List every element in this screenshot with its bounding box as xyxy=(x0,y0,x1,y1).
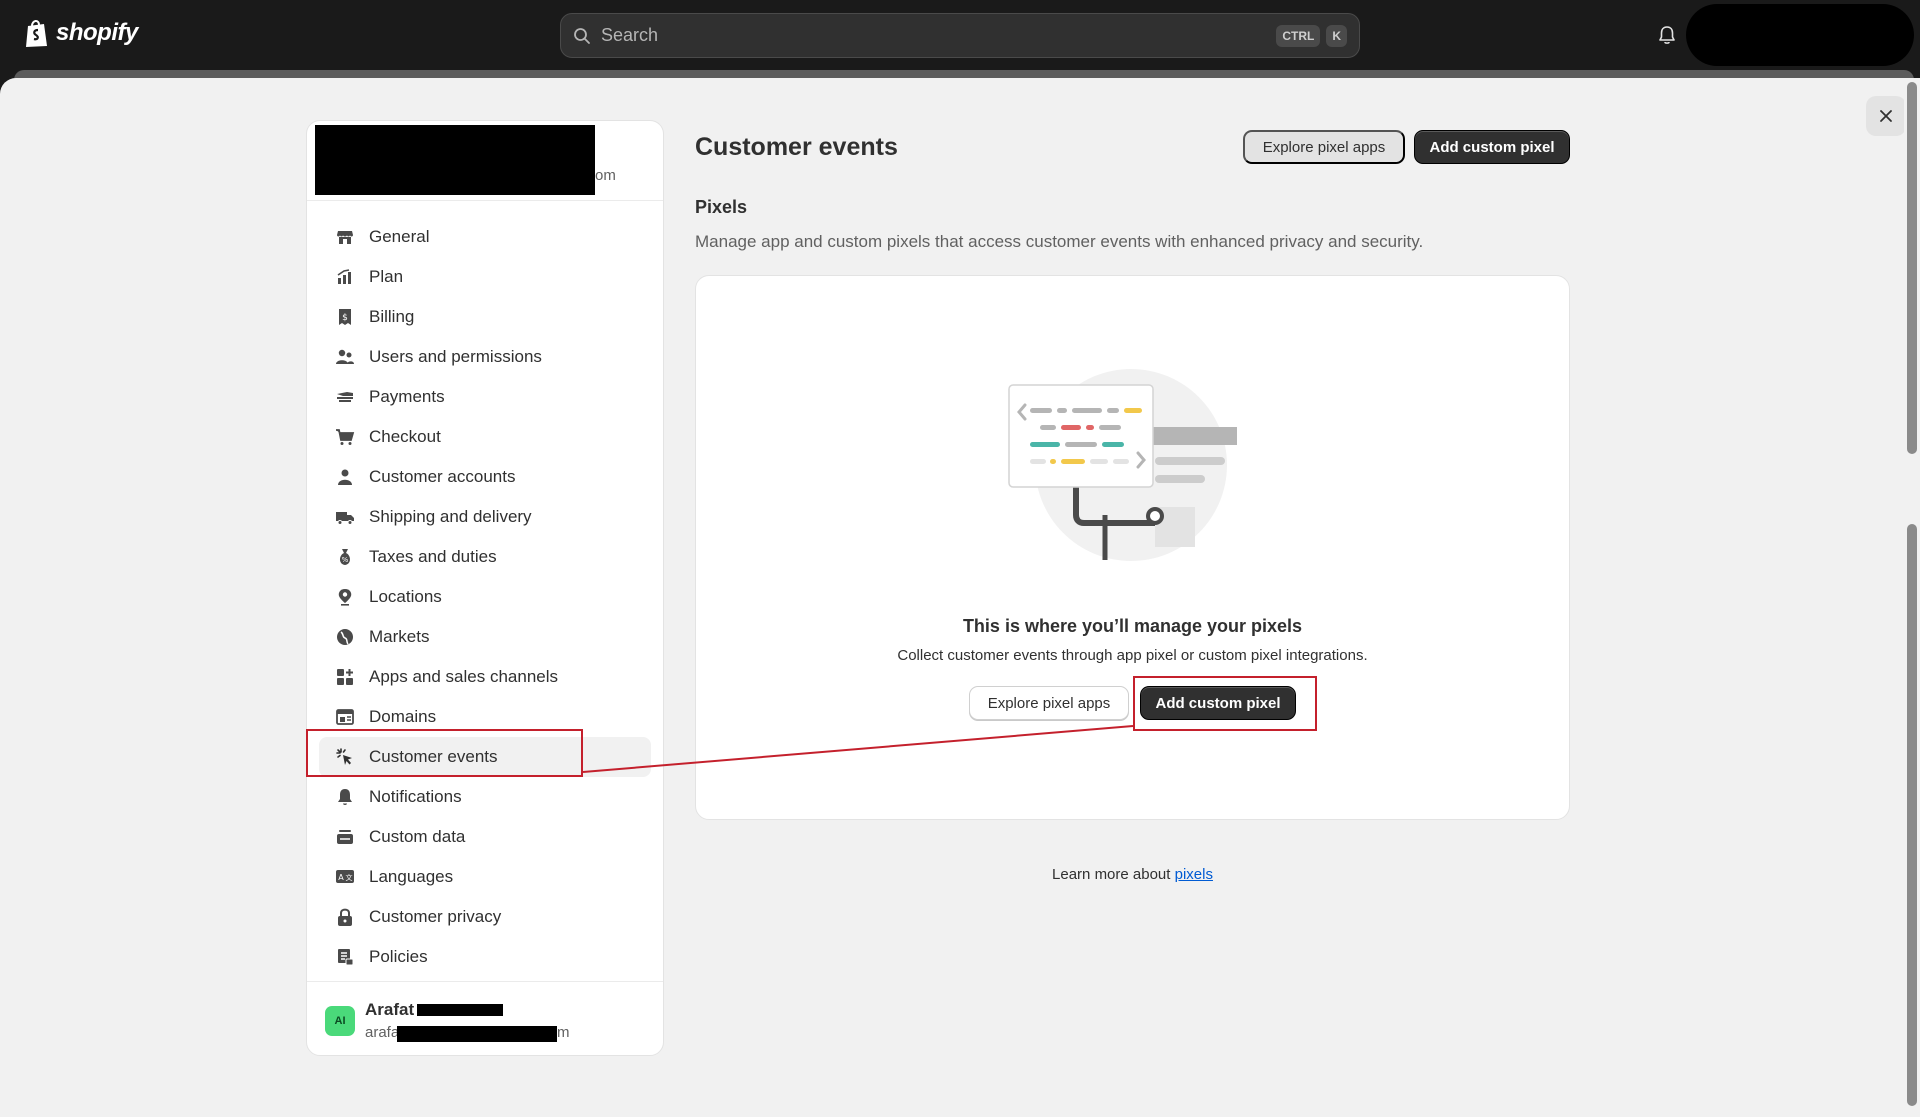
plan-icon xyxy=(337,269,351,284)
domain-icon xyxy=(336,709,354,725)
user-name: Arafat xyxy=(365,1000,415,1019)
close-settings-button[interactable] xyxy=(1866,96,1906,136)
custom-data-icon xyxy=(337,830,353,844)
annotation-highlight-add-custom-pixel xyxy=(1133,676,1317,731)
users-icon xyxy=(336,349,354,364)
sidebar-item-label: Shipping and delivery xyxy=(369,507,532,526)
store-icon xyxy=(337,231,353,244)
empty-explore-pixel-apps-button[interactable]: Explore pixel apps xyxy=(969,686,1129,720)
sidebar-item-custom-data[interactable]: Custom data xyxy=(319,817,651,857)
sidebar-item-label: Taxes and duties xyxy=(369,547,497,566)
close-icon xyxy=(1880,110,1892,122)
sidebar-item-label: Plan xyxy=(369,267,404,286)
shopify-logo[interactable]: shopify xyxy=(24,18,138,48)
sidebar-item-label: Customer privacy xyxy=(369,907,502,926)
truck-icon xyxy=(336,512,354,525)
notifications-bell-icon[interactable] xyxy=(1656,24,1678,46)
svg-text:$: $ xyxy=(342,313,348,323)
account-menu-button[interactable] xyxy=(1686,4,1914,66)
user-profile-row[interactable]: AI Arafat arafa m xyxy=(307,981,663,1055)
policy-icon xyxy=(338,949,354,966)
language-icon: A文 xyxy=(336,870,354,883)
explore-pixel-apps-button[interactable]: Explore pixel apps xyxy=(1243,130,1405,164)
sidebar-item-payments[interactable]: Payments xyxy=(319,377,651,417)
search-icon xyxy=(574,27,590,44)
sidebar-item-label: Policies xyxy=(369,947,428,966)
shortcut-k-key: K xyxy=(1326,24,1347,47)
sidebar-item-apps[interactable]: Apps and sales channels xyxy=(319,657,651,697)
svg-text:%: % xyxy=(342,556,349,564)
user-email-suffix: m xyxy=(557,1024,570,1041)
learn-more-prefix: Learn more about xyxy=(1052,866,1175,883)
user-name-redacted xyxy=(417,1004,503,1016)
scrollbar-thumb-secondary[interactable] xyxy=(1907,524,1917,1106)
sidebar-item-label: General xyxy=(369,227,430,246)
logo-text: shopify xyxy=(56,19,138,46)
store-domain-suffix: om xyxy=(595,167,616,184)
lock-icon xyxy=(338,908,352,926)
sidebar-item-label: Checkout xyxy=(369,427,441,446)
page-title: Customer events xyxy=(695,133,898,161)
avatar: AI xyxy=(325,1006,355,1036)
sidebar-item-users[interactable]: Users and permissions xyxy=(319,337,651,377)
pixels-help-link[interactable]: pixels xyxy=(1175,866,1213,883)
location-icon xyxy=(338,589,352,606)
empty-state-description: Collect customer events through app pixe… xyxy=(897,647,1368,664)
sidebar-item-customer-privacy[interactable]: Customer privacy xyxy=(319,897,651,937)
sidebar-item-label: Notifications xyxy=(369,787,462,806)
learn-more-text: Learn more about pixels xyxy=(695,866,1570,883)
sidebar-item-locations[interactable]: Locations xyxy=(319,577,651,617)
sidebar-item-languages[interactable]: A文 Languages xyxy=(319,857,651,897)
sidebar-item-label: Customer accounts xyxy=(369,467,516,486)
globe-icon xyxy=(337,629,353,645)
pixels-section-title: Pixels xyxy=(695,197,748,217)
tax-icon: % xyxy=(340,549,350,565)
annotation-highlight-customer-events xyxy=(306,729,583,777)
cart-icon xyxy=(336,429,355,445)
person-icon xyxy=(338,469,352,485)
shortcut-ctrl-key: CTRL xyxy=(1276,24,1321,47)
pixels-illustration xyxy=(1008,369,1237,561)
sidebar-item-checkout[interactable]: Checkout xyxy=(319,417,651,457)
store-name-redacted xyxy=(315,125,595,195)
svg-text:文: 文 xyxy=(346,873,353,882)
sidebar-item-label: Domains xyxy=(369,707,437,726)
sidebar-item-shipping[interactable]: Shipping and delivery xyxy=(319,497,651,537)
settings-nav: General Plan $ Billing Users and permiss… xyxy=(319,217,651,977)
sidebar-item-label: Users and permissions xyxy=(369,347,542,366)
store-header[interactable]: om xyxy=(307,121,663,201)
sidebar-item-label: Locations xyxy=(369,587,442,606)
receipt-icon: $ xyxy=(339,309,351,325)
sidebar-item-label: Apps and sales channels xyxy=(369,667,559,686)
sidebar-item-billing[interactable]: $ Billing xyxy=(319,297,651,337)
sidebar-item-label: Billing xyxy=(369,307,415,326)
sidebar-item-label: Markets xyxy=(369,627,430,646)
top-bar: shopify CTRL K xyxy=(0,0,1920,70)
payments-icon xyxy=(337,392,353,402)
shopify-bag-icon xyxy=(26,20,47,47)
svg-text:A: A xyxy=(338,873,344,882)
sidebar-item-policies[interactable]: Policies xyxy=(319,937,651,977)
sidebar-item-taxes[interactable]: % Taxes and duties xyxy=(319,537,651,577)
user-email-redacted xyxy=(397,1026,557,1042)
pixels-section-description: Manage app and custom pixels that access… xyxy=(695,232,1424,251)
scrollbar-thumb[interactable] xyxy=(1907,82,1917,454)
apps-icon xyxy=(337,669,353,685)
sidebar-item-label: Payments xyxy=(369,387,445,406)
search-bar[interactable]: CTRL K xyxy=(560,13,1360,58)
bell-icon xyxy=(338,789,352,805)
sidebar-item-general[interactable]: General xyxy=(319,217,651,257)
sidebar-item-label: Languages xyxy=(369,867,454,886)
add-custom-pixel-button[interactable]: Add custom pixel xyxy=(1414,130,1570,164)
settings-sidebar: om General Plan $ Billing Users and perm… xyxy=(306,120,664,1056)
sidebar-item-markets[interactable]: Markets xyxy=(319,617,651,657)
empty-state-title: This is where you’ll manage your pixels xyxy=(962,616,1303,636)
sidebar-item-label: Custom data xyxy=(369,827,466,846)
user-email: arafa xyxy=(365,1024,400,1041)
sidebar-item-notifications[interactable]: Notifications xyxy=(319,777,651,817)
search-input[interactable] xyxy=(601,25,1271,46)
sidebar-item-plan[interactable]: Plan xyxy=(319,257,651,297)
sidebar-item-customer-accounts[interactable]: Customer accounts xyxy=(319,457,651,497)
